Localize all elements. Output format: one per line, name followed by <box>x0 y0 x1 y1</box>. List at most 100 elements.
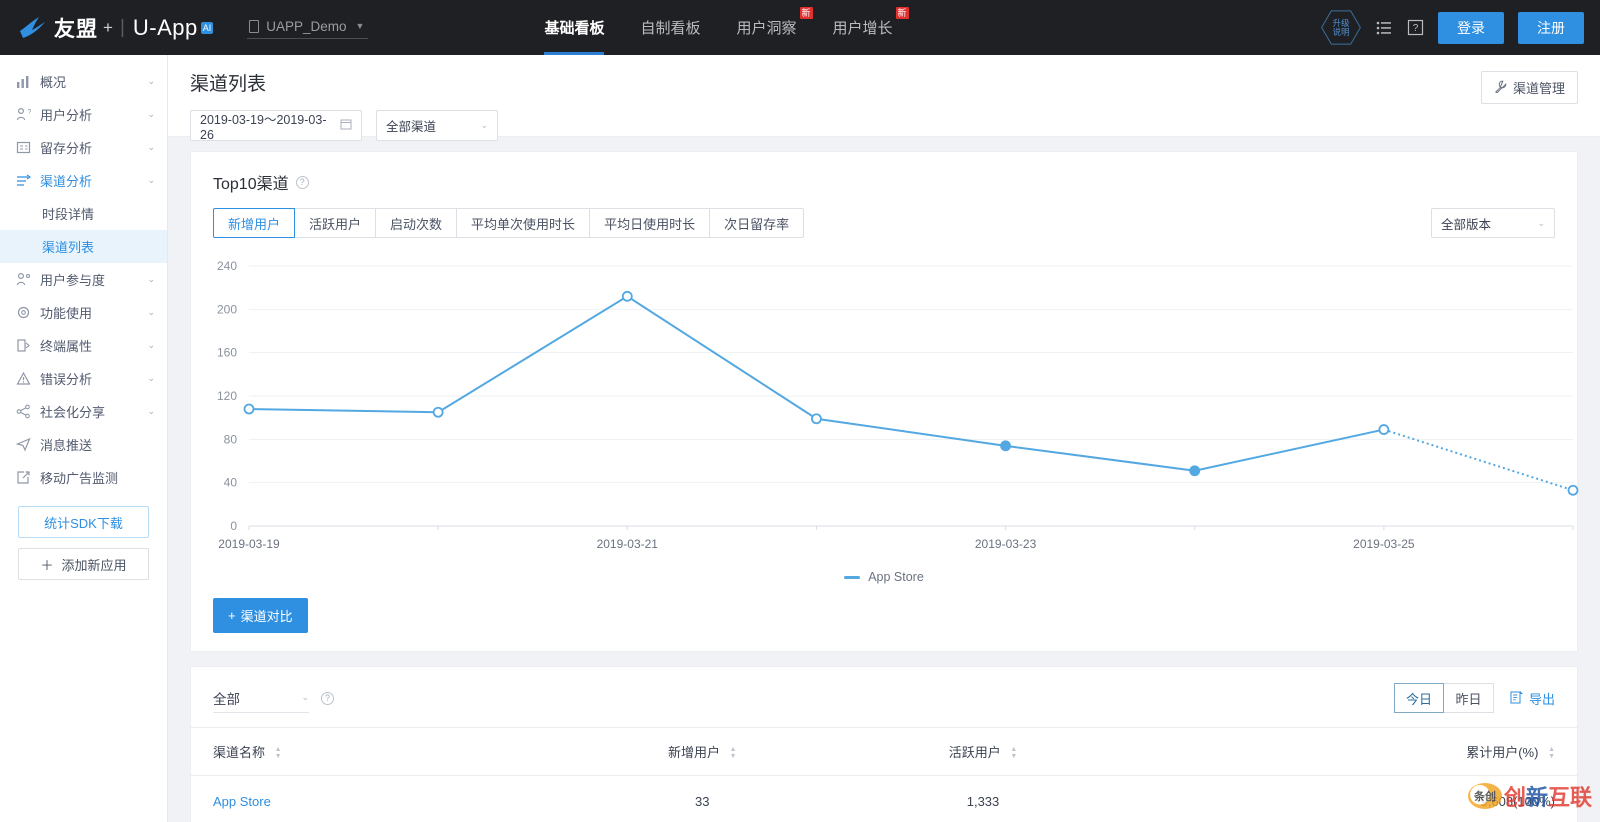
metric-tab-new-users[interactable]: 新增用户 <box>213 208 296 238</box>
login-button[interactable]: 登录 <box>1438 11 1504 44</box>
metric-tab-active-users[interactable]: 活跃用户 <box>295 208 377 238</box>
channel-compare-button[interactable]: + 渠道对比 <box>213 598 308 633</box>
add-app-button[interactable]: ＋ 添加新应用 <box>18 548 149 580</box>
column-label: 活跃用户 <box>948 745 1001 760</box>
table-header-row: 渠道名称 ▲ ▼ 新增用户 ▲ ▼ 活跃用户 ▲ ▼ 累计用户(%) ▲ ▼ <box>191 727 1577 776</box>
sdk-download-button[interactable]: 统计SDK下载 <box>18 506 149 538</box>
error-icon <box>16 371 36 386</box>
register-button[interactable]: 注册 <box>1518 11 1584 44</box>
svg-text:240: 240 <box>217 259 237 273</box>
chart-data-point[interactable] <box>243 403 255 415</box>
primary-nav-tabs: 基础看板 自制看板 用户洞察 新 用户增长 新 <box>526 0 910 55</box>
metric-tab-avg-session-duration[interactable]: 平均单次使用时长 <box>457 208 591 238</box>
push-icon <box>16 437 36 452</box>
cell-active-users: 1,333 <box>966 794 1000 809</box>
version-select[interactable]: 全部版本 ⌄ <box>1431 208 1555 238</box>
sidebar-item-channel-analysis[interactable]: 渠道分析 ⌄ <box>0 164 167 197</box>
legend-color-swatch <box>844 575 861 579</box>
day-tab-yesterday[interactable]: 昨日 <box>1443 683 1494 713</box>
sidebar-item-user-analysis[interactable]: ? 用户分析 ⌄ <box>0 98 167 131</box>
export-button[interactable]: 导出 <box>1510 689 1555 708</box>
upgrade-info-button[interactable]: 升级 说明 <box>1321 10 1361 45</box>
metric-tabs: 新增用户 活跃用户 启动次数 平均单次使用时长 平均日使用时长 次日留存率 <box>213 208 805 238</box>
svg-text:2019-03-19: 2019-03-19 <box>218 537 280 551</box>
export-label: 导出 <box>1528 691 1555 707</box>
sidebar-item-push[interactable]: 消息推送 <box>0 428 167 461</box>
nav-tab-user-growth[interactable]: 用户增长 新 <box>815 0 911 55</box>
chart-data-point[interactable] <box>1378 424 1390 435</box>
nav-tab-label: 基础看板 <box>544 20 605 37</box>
chevron-down-icon: ⌄ <box>147 142 155 152</box>
top-navigation-bar: 友盟 + | U-App AI UAPP_Demo ▼ 基础看板 自制看板 用户… <box>0 0 1600 55</box>
nav-tab-custom-dashboard[interactable]: 自制看板 <box>622 0 718 55</box>
chevron-down-icon: ⌄ <box>147 406 155 416</box>
brand-product-name: U-App <box>132 14 198 40</box>
svg-text:2019-03-21: 2019-03-21 <box>597 537 659 551</box>
table-card: 全部 ⌄ ? 今日 昨日 导出 渠道名称 ▲ ▼ 新增用户 ▲ ▼ 活跃用户 ▲… <box>190 666 1578 822</box>
channel-link[interactable]: App Store <box>213 794 271 809</box>
column-header-new-users[interactable]: 新增用户 ▲ ▼ <box>561 727 843 776</box>
ad-monitor-icon <box>16 470 36 485</box>
day-tab-today[interactable]: 今日 <box>1393 683 1444 713</box>
help-icon[interactable]: ? <box>1407 19 1424 36</box>
channel-compare-label: 渠道对比 <box>240 609 293 624</box>
sidebar-item-ad-monitor[interactable]: 移动广告监测 <box>0 461 167 494</box>
sidebar-subitem-label: 时段详情 <box>42 207 95 222</box>
chart-data-point[interactable] <box>1189 465 1201 477</box>
sidebar-subitem-time-detail[interactable]: 时段详情 <box>0 197 167 230</box>
nav-tab-basic-dashboard[interactable]: 基础看板 <box>526 0 622 55</box>
chart-card-title: Top10渠道 <box>213 176 289 193</box>
line-chart: 0 40 80 120 160 200 240 2019-03-19 2019-03-21 201… <box>201 254 1579 564</box>
list-icon[interactable] <box>1375 19 1393 37</box>
date-range-picker[interactable]: 2019-03-19～2019-03-26 <box>190 110 362 142</box>
chart-data-point[interactable] <box>1567 484 1579 496</box>
sidebar-item-retention[interactable]: 留存分析 ⌄ <box>0 131 167 164</box>
channel-select[interactable]: 全部渠道 ⌄ <box>376 110 498 141</box>
nav-right-actions: 升级 说明 ? 登录 注册 <box>1321 10 1600 46</box>
metric-tab-avg-daily-duration[interactable]: 平均日使用时长 <box>590 208 711 238</box>
sidebar-item-social-share[interactable]: 社会化分享 ⌄ <box>0 395 167 428</box>
share-icon <box>16 404 36 419</box>
brand-logo[interactable]: 友盟 + | U-App AI <box>0 13 214 43</box>
channel-manage-button[interactable]: 渠道管理 <box>1480 71 1578 104</box>
column-header-active-users[interactable]: 活跃用户 ▲ ▼ <box>842 727 1124 776</box>
sort-icon[interactable]: ▲ ▼ <box>1548 746 1555 760</box>
sidebar-item-label: 终端属性 <box>40 339 93 354</box>
engagement-icon <box>16 272 36 287</box>
sidebar-item-engagement[interactable]: 用户参与度 ⌄ <box>0 263 167 296</box>
table-right-controls: 今日 昨日 导出 <box>1393 683 1555 713</box>
chart-data-point[interactable] <box>432 406 444 418</box>
chevron-down-icon: ⌄ <box>147 175 155 185</box>
sort-icon[interactable]: ▲ ▼ <box>275 746 282 760</box>
sidebar-item-overview[interactable]: 概况 ⌄ <box>0 65 167 98</box>
question-icon[interactable]: ? <box>295 175 309 189</box>
metric-tab-launches[interactable]: 启动次数 <box>376 208 458 238</box>
sidebar-item-label: 用户参与度 <box>40 273 106 288</box>
sidebar-item-feature-usage[interactable]: 功能使用 ⌄ <box>0 296 167 329</box>
sidebar-subitem-channel-list[interactable]: 渠道列表 <box>0 230 167 263</box>
chart-data-point[interactable] <box>1000 440 1011 452</box>
table-row[interactable]: App Store 33 1,333 9,608(100%) <box>191 776 1577 822</box>
overview-icon <box>16 74 36 89</box>
cell-channel-name: App Store <box>191 776 562 822</box>
sort-icon[interactable]: ▲ ▼ <box>1010 746 1017 760</box>
table-controls: 全部 ⌄ ? 今日 昨日 导出 <box>191 667 1577 713</box>
chevron-down-icon: ⌄ <box>301 692 309 702</box>
new-badge: 新 <box>895 7 909 19</box>
sidebar-item-error-analysis[interactable]: 错误分析 ⌄ <box>0 362 167 395</box>
sidebar-item-device-property[interactable]: 终端属性 ⌄ <box>0 329 167 362</box>
device-icon <box>16 338 36 353</box>
chart-data-point[interactable] <box>811 413 822 425</box>
retention-icon <box>16 140 36 155</box>
question-icon[interactable]: ? <box>321 691 334 705</box>
chart-data-point[interactable] <box>621 290 633 302</box>
sort-icon[interactable]: ▲ ▼ <box>730 746 737 760</box>
nav-tab-user-insight[interactable]: 用户洞察 新 <box>719 0 815 55</box>
column-header-channel-name[interactable]: 渠道名称 ▲ ▼ <box>191 727 562 776</box>
upgrade-label-line2: 说明 <box>1332 26 1350 37</box>
column-header-total-users[interactable]: 累计用户(%) ▲ ▼ <box>1123 727 1577 776</box>
table-filter-select[interactable]: 全部 ⌄ <box>213 683 309 713</box>
app-selector[interactable]: UAPP_Demo ▼ <box>247 17 369 39</box>
svg-text:120: 120 <box>217 389 237 403</box>
metric-tab-next-day-retention[interactable]: 次日留存率 <box>710 208 805 238</box>
